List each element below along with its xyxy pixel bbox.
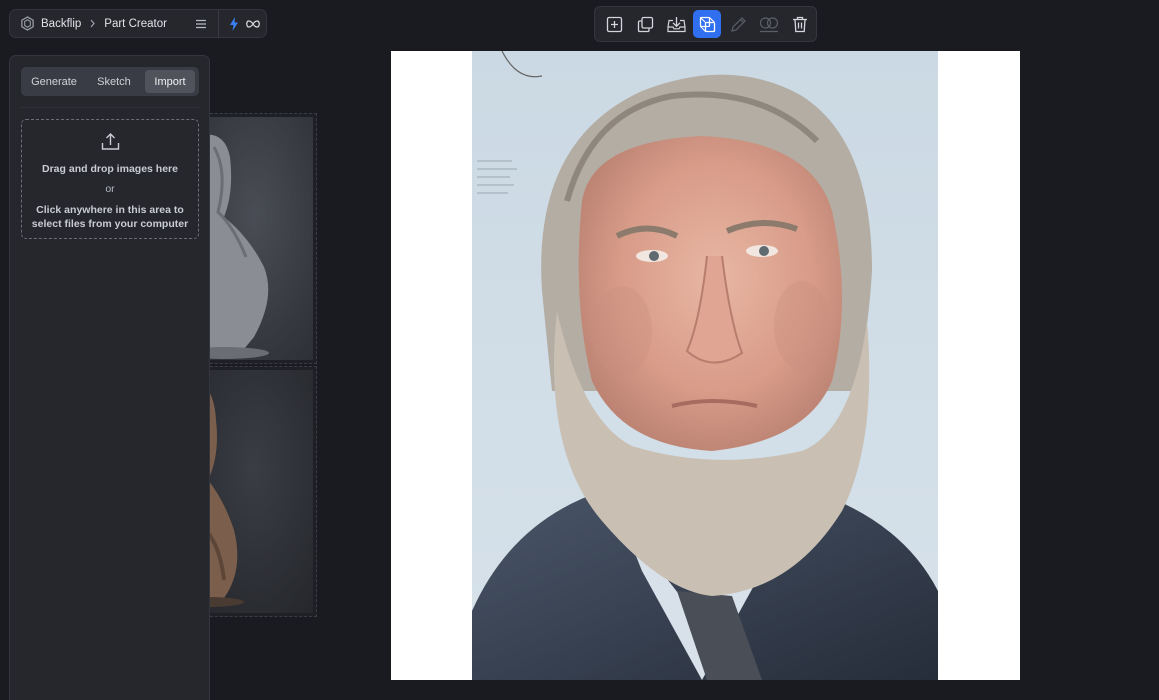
bust-thumbnail xyxy=(194,117,313,360)
dropzone-title: Drag and drop images here xyxy=(42,163,178,175)
divider xyxy=(217,9,219,38)
compare-button[interactable] xyxy=(755,10,783,38)
delete-button[interactable] xyxy=(786,10,814,38)
add-frame-icon xyxy=(606,16,622,32)
canvas-toolbar xyxy=(594,6,817,42)
download-icon xyxy=(666,16,686,32)
trash-icon xyxy=(793,16,807,32)
divider xyxy=(21,107,199,108)
portrait-image[interactable] xyxy=(472,51,938,680)
lightning-bolt-icon[interactable] xyxy=(229,16,239,31)
tab-generate[interactable]: Generate xyxy=(24,70,84,93)
tab-sketch[interactable]: Sketch xyxy=(84,70,144,93)
edit-button[interactable] xyxy=(724,10,752,38)
backflip-logo-icon[interactable] xyxy=(20,16,36,32)
breadcrumb-page[interactable]: Part Creator xyxy=(104,18,167,30)
download-button[interactable] xyxy=(662,10,690,38)
dropzone-or: or xyxy=(105,183,115,195)
chevron-right-icon xyxy=(89,19,96,28)
duplicate-button[interactable] xyxy=(631,10,659,38)
3d-convert-icon xyxy=(699,16,715,32)
tab-import[interactable]: Import xyxy=(145,70,195,93)
bust-thumbnail xyxy=(194,370,313,613)
convert-to-3d-button[interactable] xyxy=(693,10,721,38)
upload-icon xyxy=(101,132,120,156)
menu-icon[interactable] xyxy=(195,19,207,29)
duplicate-icon xyxy=(637,16,653,32)
file-dropzone[interactable]: Drag and drop images here or Click anywh… xyxy=(21,119,199,239)
dropzone-instructions: Click anywhere in this area to select fi… xyxy=(31,204,189,230)
breadcrumb-bar: Backflip Part Creator xyxy=(9,9,267,38)
infinity-icon[interactable] xyxy=(246,19,260,28)
canvas[interactable] xyxy=(391,51,1020,680)
add-frame-button[interactable] xyxy=(600,10,628,38)
left-panel: Generate Sketch Import Drag and drop ima… xyxy=(9,55,210,700)
edit-pencil-icon xyxy=(730,16,746,32)
panel-tabs: Generate Sketch Import xyxy=(21,67,199,96)
breadcrumb-app[interactable]: Backflip xyxy=(41,18,81,30)
compare-icon xyxy=(759,16,779,32)
